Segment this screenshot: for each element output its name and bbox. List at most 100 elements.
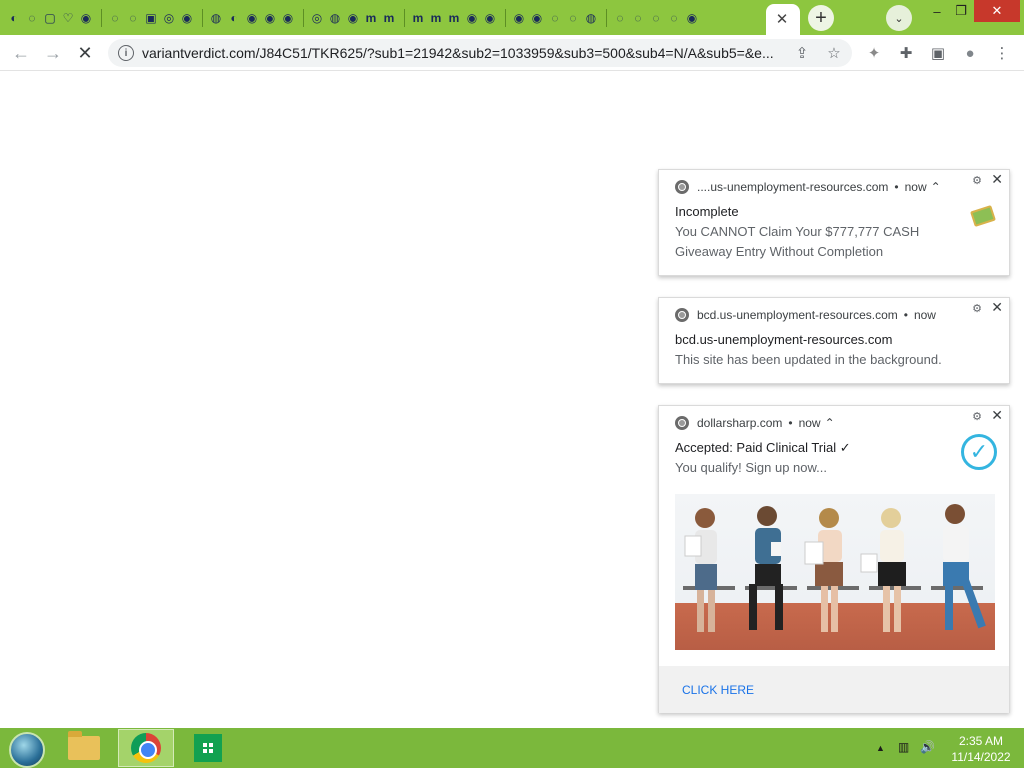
- notification-site: ....us-unemployment-resources.com: [697, 180, 889, 194]
- tab-favicon-icon[interactable]: ◍: [583, 10, 599, 26]
- checkmark-icon: ✓: [961, 434, 997, 470]
- taskbar-file-explorer[interactable]: [56, 729, 112, 767]
- tray-expand-icon[interactable]: ▲: [876, 743, 885, 753]
- tab-favicon-icon[interactable]: ◌: [648, 10, 664, 26]
- notification-body: You qualify! Sign up now...: [675, 460, 828, 475]
- tab-favicon-icon[interactable]: ◌: [612, 10, 628, 26]
- expand-chevron-icon[interactable]: ⌃: [931, 180, 941, 194]
- new-tab-button[interactable]: +: [808, 5, 834, 31]
- url-text[interactable]: variantverdict.com/J84C51/TKR625/?sub1=2…: [142, 45, 782, 61]
- browser-menu-icon[interactable]: ⋮: [992, 43, 1012, 63]
- notification-settings-icon[interactable]: ⚙: [972, 302, 982, 315]
- tab-favicon-icon[interactable]: ◌: [666, 10, 682, 26]
- tab-favicon-icon[interactable]: m: [410, 10, 426, 26]
- tab-favicon-icon[interactable]: ◉: [511, 10, 527, 26]
- notification-settings-icon[interactable]: ⚙: [972, 410, 982, 423]
- start-button[interactable]: [9, 732, 45, 768]
- site-info-icon[interactable]: i: [118, 45, 134, 61]
- tab-favicon-icon[interactable]: ◎: [161, 10, 177, 26]
- stop-loading-button[interactable]: ✕: [72, 40, 98, 66]
- tab-favicon-icon[interactable]: ◉: [280, 10, 296, 26]
- tab-favicon-icon[interactable]: ▣: [143, 10, 159, 26]
- tab-favicon-icon[interactable]: m: [446, 10, 462, 26]
- back-button[interactable]: ←: [8, 40, 34, 66]
- notification-site: bcd.us-unemployment-resources.com: [697, 308, 898, 322]
- separator-dot: •: [903, 308, 908, 322]
- restore-button[interactable]: ❐: [946, 0, 976, 22]
- tab-favicon-icon[interactable]: ◌: [24, 10, 40, 26]
- notification-title: Incomplete: [675, 204, 739, 219]
- system-clock[interactable]: 2:35 AM 11/14/2022: [944, 733, 1018, 765]
- tab-favicon-icon[interactable]: ◌: [107, 10, 123, 26]
- notification-close-icon[interactable]: ✕: [991, 407, 1003, 424]
- notification-close-icon[interactable]: ✕: [991, 171, 1003, 188]
- notification-background-update[interactable]: bcd.us-unemployment-resources.com • now …: [658, 297, 1010, 384]
- tab-separator: [404, 9, 405, 27]
- extensions-puzzle-icon[interactable]: ✚: [896, 43, 916, 63]
- tab-favicon-icon[interactable]: ◉: [244, 10, 260, 26]
- volume-icon[interactable]: 🔊: [920, 740, 935, 754]
- tab-favicon-icon[interactable]: ▢: [42, 10, 58, 26]
- tab-favicon-icon[interactable]: ◉: [78, 10, 94, 26]
- tab-favicon-icon[interactable]: ◍: [208, 10, 224, 26]
- notification-time: now: [798, 416, 821, 430]
- tab-strip: ◐ ◌ ▢ ♡ ◉ ◌ ◌ ▣ ◎ ◉ ◍ ◐ ◉ ◉ ◉ ◎ ◍ ◉ m m m m m ◉ ◉ ◉ ◉ ◌ ◌ ◍ ◌ ◌ ◌ ◌ ◉ ✕ + …: [0, 0, 1024, 35]
- notification-close-icon[interactable]: ✕: [991, 299, 1003, 316]
- tab-favicon-icon[interactable]: ◐: [226, 10, 242, 26]
- tab-favicon-icon[interactable]: ◉: [262, 10, 278, 26]
- notification-time: now: [913, 308, 936, 322]
- windows-taskbar: ▲ ▥ 🔊 2:35 AM 11/14/2022: [0, 728, 1024, 768]
- notification-body: This site has been updated in the backgr…: [675, 352, 942, 367]
- bookmark-star-icon[interactable]: ☆: [824, 43, 844, 63]
- people-illustration: [683, 504, 986, 632]
- browser-toolbar: ← → ✕ i variantverdict.com/J84C51/TKR625…: [0, 35, 1024, 71]
- tab-search-button[interactable]: ⌄: [886, 5, 912, 31]
- separator-dot: •: [894, 180, 899, 194]
- tab-favicon-icon[interactable]: ◉: [179, 10, 195, 26]
- tab-separator: [202, 9, 203, 27]
- profile-avatar[interactable]: ●: [960, 43, 980, 63]
- taskbar-chrome[interactable]: [118, 729, 174, 767]
- tab-favicon-icon[interactable]: ◌: [565, 10, 581, 26]
- tab-favicon-icon[interactable]: ◉: [482, 10, 498, 26]
- extension-icon[interactable]: ✦: [864, 43, 884, 63]
- window-close-button[interactable]: ✕: [974, 0, 1020, 22]
- notification-time: now: [904, 180, 927, 194]
- expand-chevron-icon[interactable]: ⌃: [825, 416, 835, 430]
- notification-settings-icon[interactable]: ⚙: [972, 174, 982, 187]
- share-icon[interactable]: ⇪: [792, 43, 812, 63]
- notification-clinical-trial[interactable]: dollarsharp.com • now ⌃ ⚙ ✕ Accepted: Pa…: [658, 405, 1010, 713]
- tab-favicon-icon[interactable]: ◍: [327, 10, 343, 26]
- tab-favicon-icon[interactable]: ◎: [309, 10, 325, 26]
- tab-favicons[interactable]: ◐ ◌ ▢ ♡ ◉ ◌ ◌ ▣ ◎ ◉ ◍ ◐ ◉ ◉ ◉ ◎ ◍ ◉ m m m m m ◉ ◉ ◉ ◉ ◌ ◌ ◍ ◌ ◌ ◌ ◌ ◉: [6, 4, 766, 32]
- tab-favicon-icon[interactable]: ◉: [464, 10, 480, 26]
- network-icon[interactable]: ▥: [898, 740, 909, 754]
- tab-favicon-icon[interactable]: ◉: [529, 10, 545, 26]
- address-bar[interactable]: i variantverdict.com/J84C51/TKR625/?sub1…: [108, 39, 852, 67]
- notification-site: dollarsharp.com: [697, 416, 783, 430]
- notification-title: Accepted: Paid Clinical Trial ✓: [675, 440, 851, 455]
- clock-time: 2:35 AM: [958, 734, 1004, 748]
- tab-favicon-icon[interactable]: m: [428, 10, 444, 26]
- tab-favicon-icon[interactable]: m: [363, 10, 379, 26]
- notification-image-people-waiting[interactable]: [675, 494, 995, 650]
- tab-favicon-icon[interactable]: m: [381, 10, 397, 26]
- click-here-button[interactable]: CLICK HERE: [682, 683, 754, 697]
- tab-favicon-icon[interactable]: ♡: [60, 10, 76, 26]
- tab-separator: [505, 9, 506, 27]
- tab-favicon-icon[interactable]: ◉: [345, 10, 361, 26]
- side-panel-icon[interactable]: ▣: [928, 43, 948, 63]
- tab-separator: [303, 9, 304, 27]
- forward-button[interactable]: →: [40, 40, 66, 66]
- store-icon: [194, 734, 222, 762]
- tab-favicon-icon[interactable]: ◌: [125, 10, 141, 26]
- tab-close-icon[interactable]: ✕: [772, 9, 792, 29]
- folder-icon: [68, 731, 100, 760]
- tab-favicon-icon[interactable]: ◌: [630, 10, 646, 26]
- taskbar-store[interactable]: [180, 729, 236, 767]
- notification-incomplete[interactable]: ....us-unemployment-resources.com • now …: [658, 169, 1010, 276]
- tab-favicon-icon[interactable]: ◌: [547, 10, 563, 26]
- tab-favicon-icon[interactable]: ◉: [684, 10, 700, 26]
- tab-favicon-icon[interactable]: ◐: [6, 10, 22, 26]
- chrome-icon: [675, 308, 689, 322]
